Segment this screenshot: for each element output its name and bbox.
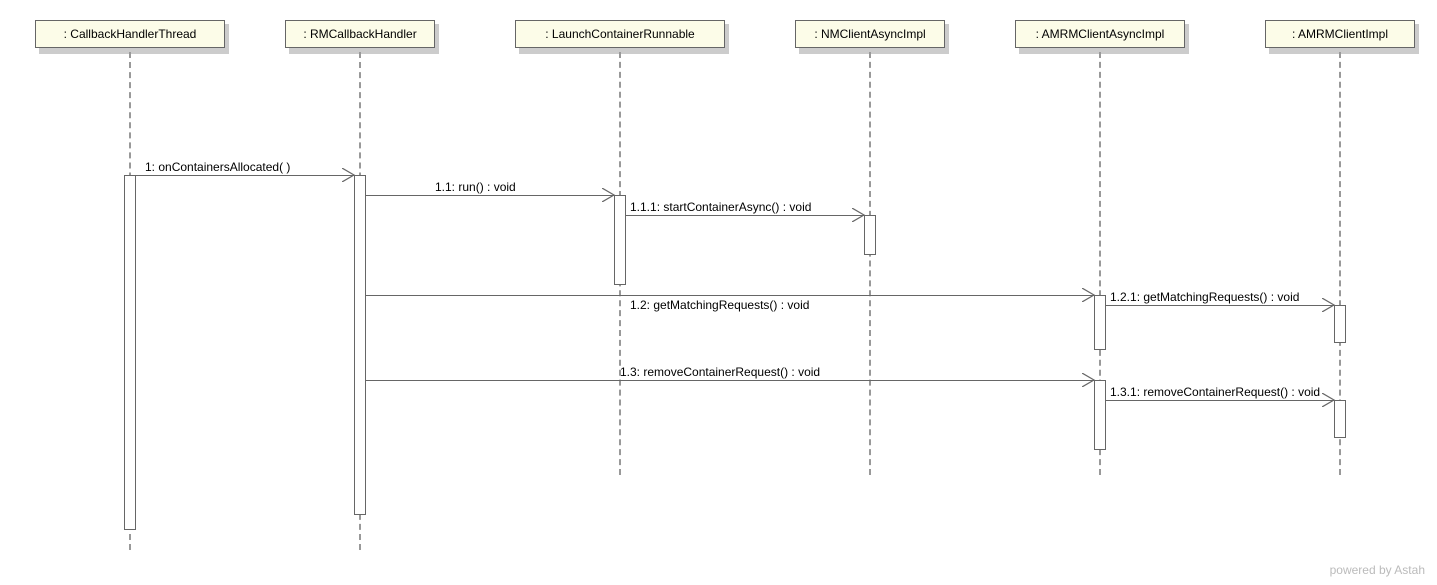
lifeline-dash bbox=[869, 52, 871, 475]
participant-label: : RMCallbackHandler bbox=[303, 27, 416, 41]
arrowhead-icon bbox=[1082, 373, 1096, 387]
arrowhead-icon bbox=[1322, 393, 1336, 407]
message-label: 1.3.1: removeContainerRequest() : void bbox=[1110, 385, 1320, 399]
participant-label: : AMRMClientImpl bbox=[1292, 27, 1388, 41]
participant-callbackhandlerthread: : CallbackHandlerThread bbox=[35, 20, 225, 48]
arrowhead-icon bbox=[852, 208, 866, 222]
participant-amrmclientasyncimpl: : AMRMClientAsyncImpl bbox=[1015, 20, 1185, 48]
arrowhead-icon bbox=[342, 168, 356, 182]
message-label: 1.1.1: startContainerAsync() : void bbox=[630, 200, 811, 214]
participant-label: : AMRMClientAsyncImpl bbox=[1036, 27, 1165, 41]
watermark: powered by Astah bbox=[1330, 563, 1425, 577]
message-line bbox=[1106, 400, 1334, 401]
participant-amrmclientimpl: : AMRMClientImpl bbox=[1265, 20, 1415, 48]
message-label: 1.1: run() : void bbox=[435, 180, 516, 194]
participant-label: : NMClientAsyncImpl bbox=[814, 27, 925, 41]
message-label: 1.2.1: getMatchingRequests() : void bbox=[1110, 290, 1299, 304]
message-label: 1: onContainersAllocated( ) bbox=[145, 160, 290, 174]
activation-bar bbox=[124, 175, 136, 530]
message-line bbox=[626, 215, 864, 216]
participant-label: : CallbackHandlerThread bbox=[64, 27, 197, 41]
message-line bbox=[136, 175, 354, 176]
arrowhead-icon bbox=[1082, 288, 1096, 302]
activation-bar bbox=[614, 195, 626, 285]
arrowhead-icon bbox=[1322, 298, 1336, 312]
participant-launchcontainerrunnable: : LaunchContainerRunnable bbox=[515, 20, 725, 48]
message-line bbox=[366, 380, 1094, 381]
participant-nmclientasyncimpl: : NMClientAsyncImpl bbox=[795, 20, 945, 48]
activation-bar bbox=[1094, 295, 1106, 350]
message-line bbox=[1106, 305, 1334, 306]
participant-label: : LaunchContainerRunnable bbox=[545, 27, 694, 41]
message-label: 1.3: removeContainerRequest() : void bbox=[620, 365, 820, 379]
activation-bar bbox=[1094, 380, 1106, 450]
activation-bar bbox=[354, 175, 366, 515]
message-line bbox=[366, 295, 1094, 296]
participant-rmcallbackhandler: : RMCallbackHandler bbox=[285, 20, 435, 48]
message-line bbox=[366, 195, 614, 196]
message-label: 1.2: getMatchingRequests() : void bbox=[630, 298, 809, 312]
arrowhead-icon bbox=[602, 188, 616, 202]
